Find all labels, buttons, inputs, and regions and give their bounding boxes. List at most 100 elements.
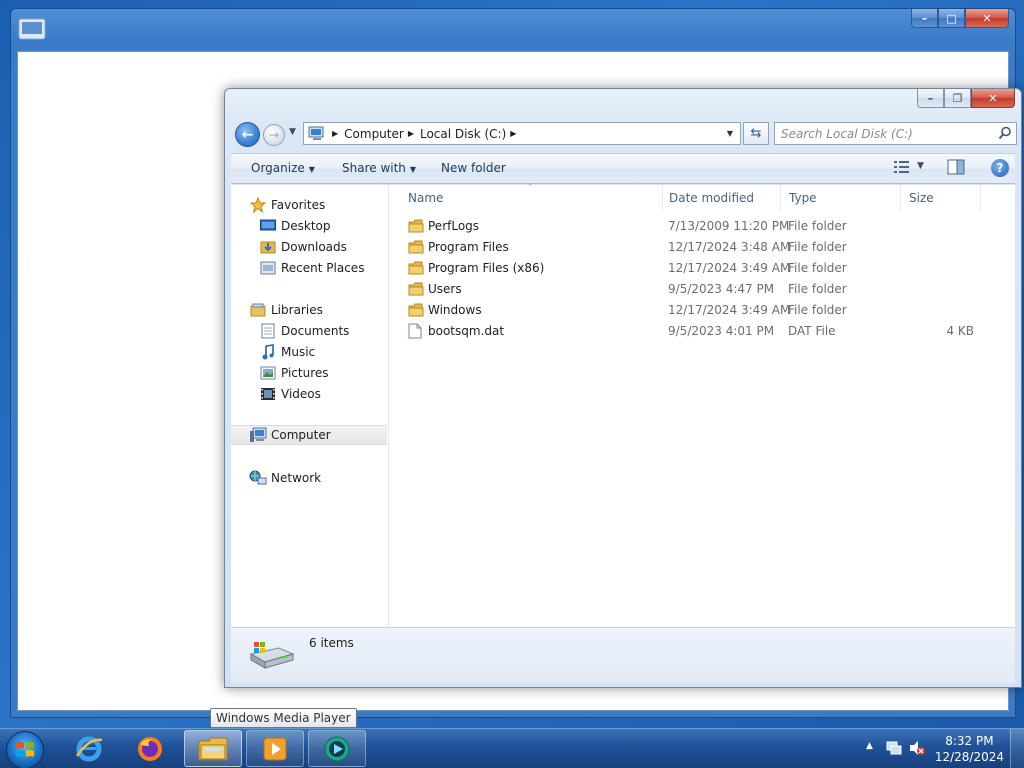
change-view-button[interactable] xyxy=(893,159,911,178)
folder-icon xyxy=(408,218,424,237)
downloads-label: Downloads xyxy=(281,240,347,254)
file-date: 7/13/2009 11:20 PM xyxy=(668,219,790,233)
chevron-down-icon: ▼ xyxy=(409,165,417,174)
nav-item-music[interactable]: Music xyxy=(259,342,315,362)
command-bar: Organize ▼ Share with ▼ New folder ▼ ? xyxy=(231,153,1015,184)
file-row[interactable]: bootsqm.dat 9/5/2023 4:01 PM DAT File 4 … xyxy=(390,321,986,342)
nav-item-desktop[interactable]: Desktop xyxy=(259,216,331,236)
taskbar-internet-explorer[interactable] xyxy=(60,730,118,767)
windows-media-player-icon xyxy=(324,736,350,761)
file-type: File folder xyxy=(788,303,847,317)
nav-item-downloads[interactable]: Downloads xyxy=(259,237,347,257)
navigation-pane: Favorites Desktop Downloads Recent Place… xyxy=(231,185,389,627)
nav-item-videos[interactable]: Videos xyxy=(259,384,321,404)
music-label: Music xyxy=(281,345,316,359)
organize-menu[interactable]: Organize ▼ xyxy=(251,161,315,175)
nav-item-pictures[interactable]: Pictures xyxy=(259,363,329,383)
show-desktop-button[interactable] xyxy=(1010,729,1024,768)
search-input[interactable] xyxy=(781,126,991,141)
refresh-button[interactable]: ⇆ xyxy=(743,122,769,145)
restore-button[interactable]: ❐ xyxy=(944,89,971,108)
nav-item-documents[interactable]: Documents xyxy=(259,321,349,341)
windows-explorer-icon xyxy=(198,737,228,760)
breadcrumb-separator[interactable]: ▶ xyxy=(332,129,338,138)
search-box[interactable] xyxy=(774,122,1017,145)
address-bar[interactable]: ▶ Computer ▶ Local Disk (C:) ▶ ▼ xyxy=(303,122,741,145)
search-icon[interactable] xyxy=(998,126,1012,143)
taskbar-windows-media-player[interactable] xyxy=(308,730,366,767)
documents-label: Documents xyxy=(281,324,350,338)
file-name: Program Files xyxy=(428,240,509,254)
share-with-menu[interactable]: Share with ▼ xyxy=(342,161,416,175)
file-row[interactable]: Program Files (x86) 12/17/2024 3:49 AM F… xyxy=(390,258,986,279)
network-icon xyxy=(249,470,267,486)
recent-places-label: Recent Places xyxy=(281,261,365,275)
item-count: 6 items xyxy=(309,636,354,650)
file-name: bootsqm.dat xyxy=(428,324,505,338)
start-button[interactable] xyxy=(6,731,44,768)
bg-maximize-button[interactable]: □ xyxy=(938,9,965,28)
new-folder-button[interactable]: New folder xyxy=(441,161,506,175)
file-row[interactable]: Windows 12/17/2024 3:49 AM File folder xyxy=(390,300,986,321)
file-row[interactable]: Users 9/5/2023 4:47 PM File folder xyxy=(390,279,986,300)
explorer-window: – ❐ ✕ ← → ▼ ▶ Computer ▶ Local Disk (C:)… xyxy=(224,88,1022,688)
clock[interactable]: 8:32 PM 12/28/2024 xyxy=(935,733,1004,765)
column-header-type[interactable]: Type xyxy=(781,185,901,211)
bg-minimize-button[interactable]: – xyxy=(911,9,938,28)
share-with-label: Share with xyxy=(342,161,406,175)
file-row[interactable]: Program Files 12/17/2024 3:48 AM File fo… xyxy=(390,237,986,258)
breadcrumb-local-disk[interactable]: Local Disk (C:) xyxy=(420,127,506,141)
show-hidden-icons-button[interactable]: ▲ xyxy=(866,741,873,751)
network-label: Network xyxy=(271,471,322,485)
bg-close-button[interactable]: ✕ xyxy=(965,9,1009,28)
column-header-size[interactable]: Size xyxy=(901,185,981,211)
nav-item-computer[interactable]: Computer xyxy=(231,425,387,445)
file-date: 9/5/2023 4:47 PM xyxy=(668,282,775,296)
computer-icon xyxy=(306,126,328,142)
system-tray: ▲ 8:32 PM 12/28/2024 xyxy=(866,729,1024,768)
nav-item-favorites[interactable]: Favorites xyxy=(249,195,325,215)
pictures-icon xyxy=(259,365,277,381)
preview-pane-button[interactable] xyxy=(947,159,965,178)
taskbar-media-center[interactable] xyxy=(246,730,304,767)
file-type: DAT File xyxy=(788,324,836,338)
favorites-label: Favorites xyxy=(271,198,326,212)
taskbar-windows-explorer[interactable] xyxy=(184,730,242,767)
folder-icon xyxy=(408,239,424,258)
nav-item-network[interactable]: Network xyxy=(249,468,321,488)
taskbar-firefox[interactable] xyxy=(121,730,179,767)
file-type: File folder xyxy=(788,219,847,233)
volume-muted-icon[interactable] xyxy=(908,740,926,759)
clock-date: 12/28/2024 xyxy=(934,750,1004,764)
back-button[interactable]: ← xyxy=(235,122,260,147)
breadcrumb-separator[interactable]: ▶ xyxy=(510,129,516,138)
folder-icon xyxy=(408,281,424,300)
hard-drive-icon xyxy=(247,638,295,673)
media-center-icon xyxy=(263,737,287,760)
address-dropdown[interactable]: ▼ xyxy=(722,123,738,144)
desktop-icon xyxy=(259,218,277,234)
forward-button[interactable]: → xyxy=(263,124,285,146)
minimize-button[interactable]: – xyxy=(917,89,944,108)
help-button[interactable]: ? xyxy=(991,159,1009,177)
chevron-down-icon: ▼ xyxy=(308,165,315,174)
network-tray-icon[interactable] xyxy=(886,740,902,759)
column-header-date-modified[interactable]: Date modified xyxy=(661,185,781,211)
recent-pages-dropdown[interactable]: ▼ xyxy=(289,127,296,137)
nav-item-recent-places[interactable]: Recent Places xyxy=(259,258,364,278)
folder-icon xyxy=(408,302,424,321)
file-date: 12/17/2024 3:49 AM xyxy=(668,261,791,275)
more-options-icon[interactable]: ▼ xyxy=(917,161,924,171)
breadcrumb-computer[interactable]: Computer xyxy=(344,127,404,141)
file-type: File folder xyxy=(788,240,847,254)
column-header-name[interactable]: Name xyxy=(400,185,663,211)
breadcrumb-separator[interactable]: ▶ xyxy=(408,129,414,138)
file-name: Users xyxy=(428,282,462,296)
close-button[interactable]: ✕ xyxy=(971,89,1015,108)
details-pane: 6 items xyxy=(231,627,1015,683)
computer-label: Computer xyxy=(271,428,331,442)
pictures-label: Pictures xyxy=(281,366,329,380)
file-row[interactable]: PerfLogs 7/13/2009 11:20 PM File folder xyxy=(390,216,986,237)
desktop-label: Desktop xyxy=(281,219,331,233)
nav-item-libraries[interactable]: Libraries xyxy=(249,300,323,320)
